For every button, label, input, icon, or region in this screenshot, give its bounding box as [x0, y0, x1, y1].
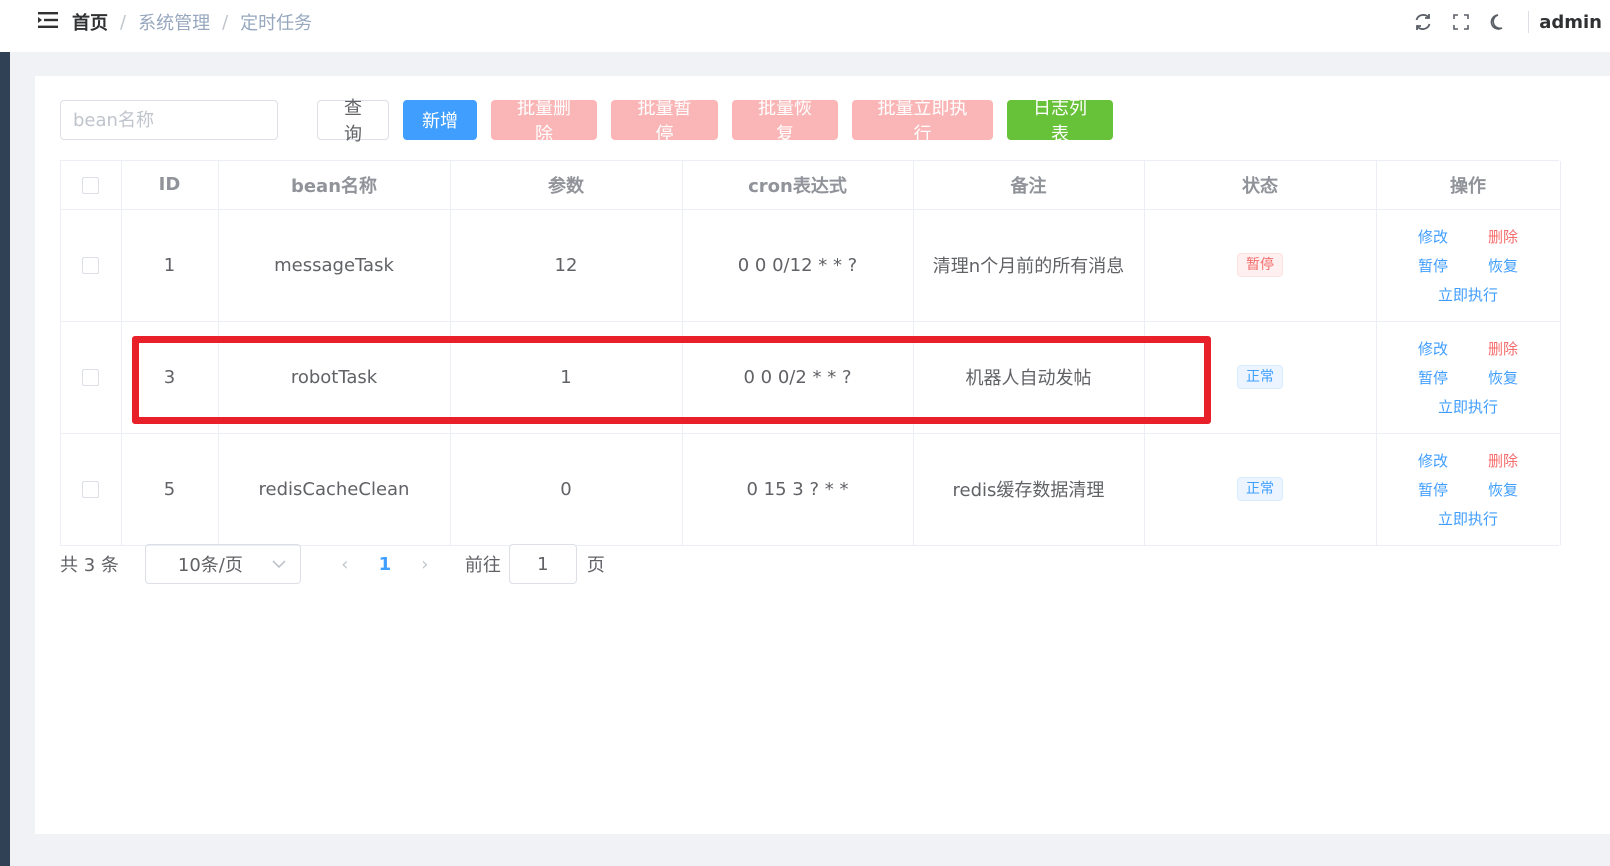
add-button[interactable]: 新增 [403, 100, 477, 140]
cell-id: 5 [121, 433, 219, 545]
hamburger-icon[interactable] [38, 12, 58, 28]
status-badge: 正常 [1237, 365, 1283, 389]
page-size-value: 10条/页 [177, 555, 243, 576]
cell-bean: robotTask [218, 321, 451, 434]
row-select-cell [61, 209, 122, 322]
goto-page-input[interactable] [508, 544, 577, 584]
row-checkbox[interactable] [82, 257, 100, 274]
user-name[interactable]: admin [1539, 12, 1602, 33]
right-menu: admin [1396, 6, 1602, 38]
run-now-link[interactable]: 立即执行 [1438, 396, 1498, 417]
breadcrumb-system: 系统管理 [138, 13, 211, 34]
page-size-select[interactable]: 10条/页 [144, 544, 301, 584]
breadcrumb-home[interactable]: 首页 [72, 9, 108, 35]
column-header-cron: cron表达式 [682, 161, 914, 210]
content-card: 查询 新增 批量删除 批量暂停 批量恢复 批量立即执行 日志列表 ID bean… [35, 76, 1610, 834]
cell-param: 1 [450, 321, 683, 434]
sidebar-edge [0, 52, 10, 866]
row-checkbox[interactable] [82, 481, 100, 499]
batch-delete-button[interactable]: 批量删除 [491, 98, 597, 145]
page-number-current[interactable]: 1 [365, 554, 405, 575]
cell-param: 12 [450, 209, 683, 322]
bean-name-search-input[interactable] [60, 100, 278, 140]
batch-pause-button[interactable]: 批量暂停 [611, 98, 718, 145]
dark-mode-icon[interactable] [1488, 11, 1510, 33]
pause-link[interactable]: 暂停 [1418, 479, 1448, 500]
cell-actions: 修改 删除 暂停 恢复 立即执行 [1376, 321, 1561, 434]
table-row: 5 redisCacheClean 0 0 15 3 ? * * redis缓存… [61, 433, 1561, 545]
edit-link[interactable]: 修改 [1418, 226, 1448, 247]
resume-link[interactable]: 恢复 [1488, 367, 1518, 388]
cell-cron: 0 15 3 ? * * [682, 433, 914, 545]
batch-resume-button[interactable]: 批量恢复 [732, 98, 838, 145]
edit-link[interactable]: 修改 [1418, 338, 1448, 359]
cell-remark: redis缓存数据清理 [913, 433, 1145, 545]
column-header-remark: 备注 [913, 161, 1145, 210]
table-row: 3 robotTask 1 0 0 0/2 * * ? 机器人自动发帖 正常 修… [61, 321, 1561, 434]
run-now-link[interactable]: 立即执行 [1438, 508, 1498, 529]
next-page-icon[interactable]: › [405, 554, 445, 575]
column-header-id: ID [121, 161, 219, 210]
edit-link[interactable]: 修改 [1418, 450, 1448, 471]
toolbar: 查询 新增 批量删除 批量暂停 批量恢复 批量立即执行 日志列表 [60, 98, 1113, 145]
select-all-cell [61, 161, 122, 210]
table-row: 1 messageTask 12 0 0 0/12 * * ? 清理n个月前的所… [61, 209, 1561, 322]
cell-remark: 机器人自动发帖 [913, 321, 1145, 434]
prev-page-icon[interactable]: ‹ [325, 554, 365, 575]
menu-divider [1528, 11, 1530, 33]
delete-link[interactable]: 删除 [1488, 338, 1518, 359]
status-badge: 正常 [1237, 477, 1283, 502]
breadcrumb: 首页 / 系统管理 / 定时任务 [72, 8, 312, 36]
row-select-cell [61, 321, 122, 434]
pause-link[interactable]: 暂停 [1418, 367, 1448, 388]
breadcrumb-current: 定时任务 [240, 13, 313, 34]
chevron-down-icon [272, 560, 286, 569]
column-header-bean: bean名称 [218, 161, 451, 210]
cell-param: 0 [450, 433, 683, 545]
column-header-actions: 操作 [1376, 161, 1561, 210]
batch-run-button[interactable]: 批量立即执行 [852, 98, 993, 145]
row-checkbox[interactable] [82, 369, 100, 386]
cell-actions: 修改 删除 暂停 恢复 立即执行 [1376, 209, 1561, 322]
delete-link[interactable]: 删除 [1488, 226, 1518, 247]
breadcrumb-separator: / [222, 11, 229, 33]
pagination: 共 3 条 10条/页 ‹ 1 › 前往 页 [60, 544, 605, 584]
query-button[interactable]: 查询 [317, 98, 389, 145]
cell-id: 1 [121, 209, 219, 322]
delete-link[interactable]: 删除 [1488, 450, 1518, 471]
goto-suffix: 页 [586, 555, 605, 576]
table-header-row: ID bean名称 参数 cron表达式 备注 状态 操作 [61, 161, 1561, 210]
total-count: 共 3 条 [60, 555, 119, 576]
cell-status: 正常 [1144, 433, 1377, 545]
row-select-cell [61, 433, 122, 545]
cell-bean: messageTask [218, 209, 451, 322]
cell-status: 正常 [1144, 321, 1377, 434]
select-all-checkbox[interactable] [82, 176, 100, 194]
cell-remark: 清理n个月前的所有消息 [913, 209, 1145, 322]
log-list-button[interactable]: 日志列表 [1007, 98, 1113, 145]
cell-bean: redisCacheClean [218, 433, 451, 545]
column-header-status: 状态 [1144, 161, 1377, 210]
pause-link[interactable]: 暂停 [1418, 255, 1448, 276]
resume-link[interactable]: 恢复 [1488, 479, 1518, 500]
cell-cron: 0 0 0/12 * * ? [682, 209, 914, 322]
status-badge: 暂停 [1237, 253, 1283, 277]
task-table: ID bean名称 参数 cron表达式 备注 状态 操作 1 messageT… [60, 160, 1561, 546]
run-now-link[interactable]: 立即执行 [1438, 284, 1498, 305]
cell-status: 暂停 [1144, 209, 1377, 322]
resume-link[interactable]: 恢复 [1488, 255, 1518, 276]
navbar: 首页 / 系统管理 / 定时任务 admin [0, 0, 1610, 52]
breadcrumb-separator: / [120, 11, 127, 33]
cell-actions: 修改 删除 暂停 恢复 立即执行 [1376, 433, 1561, 545]
cell-cron: 0 0 0/2 * * ? [682, 321, 914, 434]
fullscreen-icon[interactable] [1450, 11, 1472, 33]
goto-label: 前往 [464, 555, 501, 576]
refresh-icon[interactable] [1412, 11, 1434, 33]
cell-id: 3 [121, 321, 219, 434]
column-header-param: 参数 [450, 161, 683, 210]
